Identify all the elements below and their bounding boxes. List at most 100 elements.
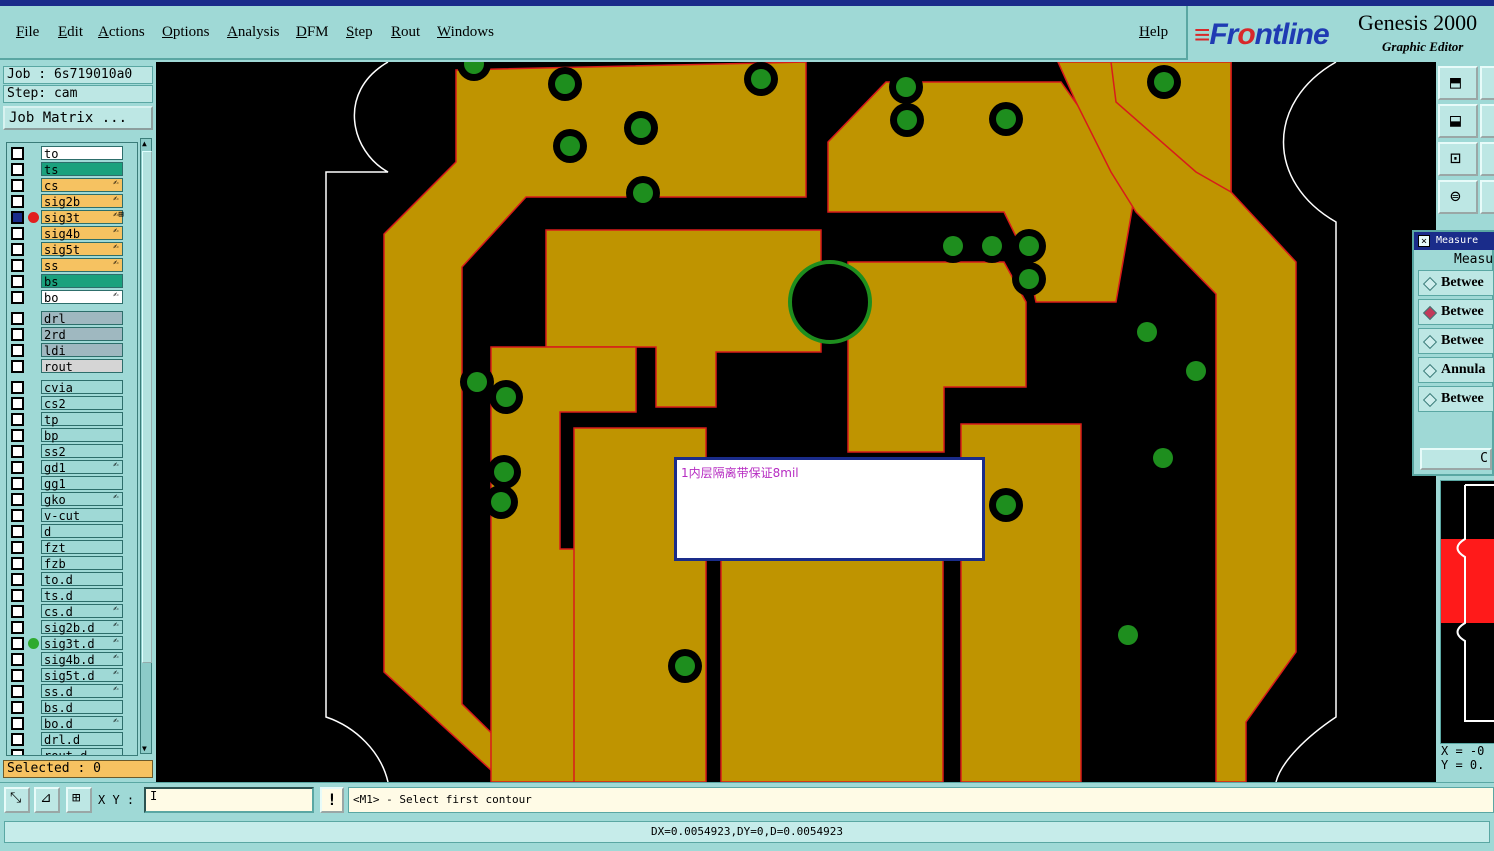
layer-checkbox[interactable] xyxy=(11,493,24,506)
layer-checkbox[interactable] xyxy=(11,573,24,586)
layer-name[interactable]: sig3t xyxy=(41,210,123,225)
layer-checkbox[interactable] xyxy=(11,445,24,458)
layer-name[interactable]: gg1 xyxy=(41,476,123,491)
layer-row-to.d[interactable]: to.d xyxy=(7,571,137,587)
layer-checkbox[interactable] xyxy=(11,477,24,490)
layer-checkbox[interactable] xyxy=(11,653,24,666)
layer-name[interactable]: ldi xyxy=(41,343,123,358)
layer-row-sig5t.d[interactable]: sig5t.d ✍ xyxy=(7,667,137,683)
layer-checkbox[interactable] xyxy=(11,461,24,474)
mini-view[interactable] xyxy=(1440,480,1494,744)
layer-row-gg1[interactable]: gg1 xyxy=(7,475,137,491)
layer-name[interactable]: sig5t.d xyxy=(41,668,123,683)
layer-name[interactable]: sig2b.d xyxy=(41,620,123,635)
zoom-fit-button[interactable]: ⊡ xyxy=(1438,142,1478,176)
layer-checkbox[interactable] xyxy=(11,685,24,698)
layer-name[interactable]: bs xyxy=(41,274,123,289)
layer-row-fzb[interactable]: fzb xyxy=(7,555,137,571)
note-popup[interactable]: 1内层隔离带保证8mil xyxy=(674,457,985,561)
menu-windows[interactable]: Windows xyxy=(437,24,494,41)
layer-checkbox[interactable] xyxy=(11,211,24,224)
layer-name[interactable]: ss.d xyxy=(41,684,123,699)
layer-row-bo.d[interactable]: bo.d ✍ xyxy=(7,715,137,731)
scroll-down-icon[interactable]: ▼ xyxy=(142,744,147,753)
layer-name[interactable]: to.d xyxy=(41,572,123,587)
layer-row-sig3t[interactable]: sig3t ✍⊞ xyxy=(7,209,137,225)
layer-name[interactable]: ts.d xyxy=(41,588,123,603)
layer-name[interactable]: v-cut xyxy=(41,508,123,523)
layer-row-sig4b.d[interactable]: sig4b.d ✍ xyxy=(7,651,137,667)
layer-checkbox[interactable] xyxy=(11,557,24,570)
layer-checkbox[interactable] xyxy=(11,397,24,410)
menu-step[interactable]: Step xyxy=(346,24,373,41)
layer-name[interactable]: sig4b.d xyxy=(41,652,123,667)
layer-name[interactable]: d xyxy=(41,524,123,539)
layer-checkbox[interactable] xyxy=(11,259,24,272)
job-matrix-button[interactable]: Job Matrix ... xyxy=(3,106,153,130)
layer-row-drl[interactable]: drl xyxy=(7,310,137,326)
zoom-back-button[interactable]: ⬓ xyxy=(1438,104,1478,138)
select-mode-button[interactable]: ⤡ xyxy=(4,787,30,813)
layer-row-sig2b[interactable]: sig2b ✍ xyxy=(7,193,137,209)
layer-checkbox[interactable] xyxy=(11,381,24,394)
layer-checkbox[interactable] xyxy=(11,637,24,650)
layer-row-ts.d[interactable]: ts.d xyxy=(7,587,137,603)
layer-checkbox[interactable] xyxy=(11,312,24,325)
layer-name[interactable]: bo.d xyxy=(41,716,123,731)
layer-row-to[interactable]: to xyxy=(7,145,137,161)
layer-name[interactable]: fzt xyxy=(41,540,123,555)
layer-row-tp[interactable]: tp xyxy=(7,411,137,427)
layer-name[interactable]: ts xyxy=(41,162,123,177)
layer-checkbox[interactable] xyxy=(11,541,24,554)
layer-row-v-cut[interactable]: v-cut xyxy=(7,507,137,523)
layer-checkbox[interactable] xyxy=(11,147,24,160)
measure-option-5[interactable]: Betwee xyxy=(1418,386,1494,412)
layer-row-cs[interactable]: cs ✍ xyxy=(7,177,137,193)
layer-checkbox[interactable] xyxy=(11,275,24,288)
layer-checkbox[interactable] xyxy=(11,291,24,304)
layer-checkbox[interactable] xyxy=(11,195,24,208)
layer-name[interactable]: gd1 xyxy=(41,460,123,475)
layer-name[interactable]: bp xyxy=(41,428,123,443)
tool-button-8[interactable] xyxy=(1480,180,1494,214)
menu-actions[interactable]: Actions xyxy=(98,24,145,41)
layer-name[interactable]: gko xyxy=(41,492,123,507)
layer-checkbox[interactable] xyxy=(11,701,24,714)
layer-row-gd1[interactable]: gd1 ✍ xyxy=(7,459,137,475)
measure-close-button[interactable]: C xyxy=(1420,448,1492,470)
layer-checkbox[interactable] xyxy=(11,605,24,618)
layer-checkbox[interactable] xyxy=(11,525,24,538)
layer-row-2rd[interactable]: 2rd xyxy=(7,326,137,342)
scroll-thumb[interactable] xyxy=(142,151,152,663)
tool-button-6[interactable] xyxy=(1480,142,1494,176)
layer-row-d[interactable]: d xyxy=(7,523,137,539)
layer-checkbox[interactable] xyxy=(11,360,24,373)
layer-row-cvia[interactable]: cvia xyxy=(7,379,137,395)
measure-option-1[interactable]: Betwee xyxy=(1418,270,1494,296)
layer-row-ldi[interactable]: ldi xyxy=(7,342,137,358)
layer-checkbox[interactable] xyxy=(11,429,24,442)
layer-row-cs2[interactable]: cs2 xyxy=(7,395,137,411)
zoom-home-button[interactable]: ⬒ xyxy=(1438,66,1478,100)
layer-row-sig3t.d[interactable]: sig3t.d ✍ xyxy=(7,635,137,651)
snap-mode-button[interactable]: ⊿ xyxy=(34,787,60,813)
layer-name[interactable]: 2rd xyxy=(41,327,123,342)
menu-edit[interactable]: Edit xyxy=(58,24,83,41)
layer-row-rout[interactable]: rout xyxy=(7,358,137,374)
layer-row-gko[interactable]: gko ✍ xyxy=(7,491,137,507)
layer-row-bs.d[interactable]: bs.d xyxy=(7,699,137,715)
layer-checkbox[interactable] xyxy=(11,749,24,755)
layer-checkbox[interactable] xyxy=(11,509,24,522)
layer-name[interactable]: bo xyxy=(41,290,123,305)
layer-checkbox[interactable] xyxy=(11,413,24,426)
layer-name[interactable]: bs.d xyxy=(41,700,123,715)
layer-row-ss2[interactable]: ss2 xyxy=(7,443,137,459)
layer-name[interactable]: cs2 xyxy=(41,396,123,411)
xy-input[interactable]: I xyxy=(144,787,314,813)
tool-button-4[interactable] xyxy=(1480,104,1494,138)
layer-row-sig5t[interactable]: sig5t ✍ xyxy=(7,241,137,257)
layer-checkbox[interactable] xyxy=(11,669,24,682)
layer-name[interactable]: tp xyxy=(41,412,123,427)
layer-row-sig4b[interactable]: sig4b ✍ xyxy=(7,225,137,241)
layer-row-drl.d[interactable]: drl.d xyxy=(7,731,137,747)
